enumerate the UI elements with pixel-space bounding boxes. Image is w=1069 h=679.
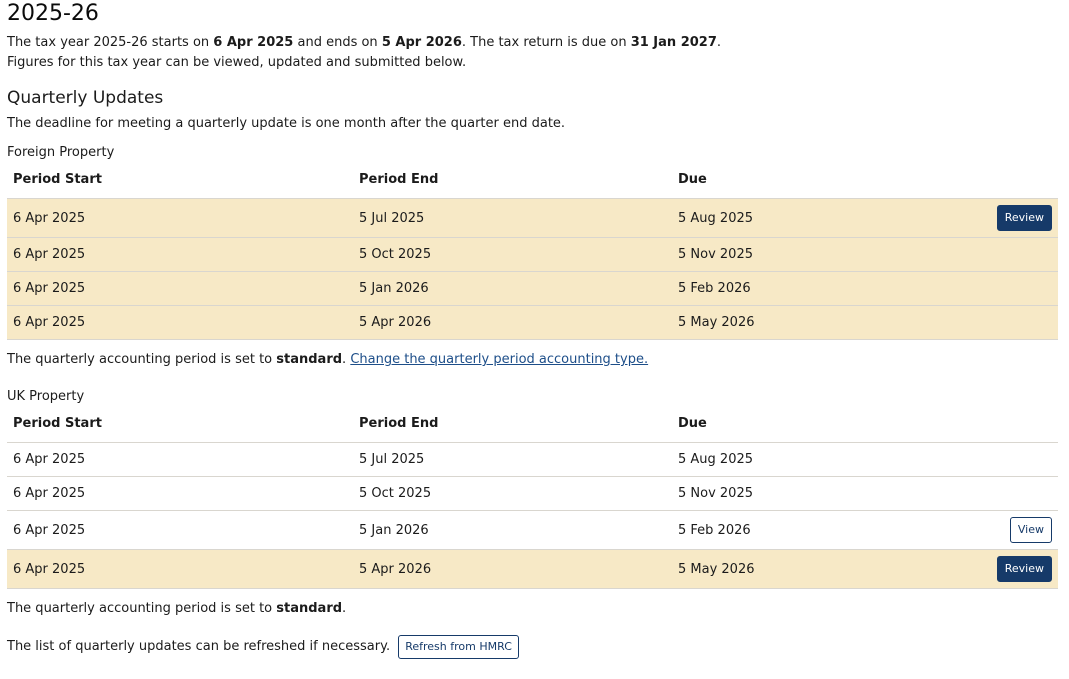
page-title: 2025-26 (7, 1, 99, 26)
column-period-start: Period Start (13, 416, 102, 431)
accounting-period-value: standard (276, 601, 343, 616)
refresh-text: The list of quarterly updates can be ref… (7, 639, 391, 654)
accounting-period-value: standard (276, 352, 343, 367)
refresh-section: The list of quarterly updates can be ref… (7, 635, 1058, 659)
quarterly-updates-heading: Quarterly Updates (7, 88, 164, 108)
tax-year-page: 2025-26 The tax year 2025-26 starts on 6… (0, 0, 1069, 659)
column-period-end: Period End (359, 172, 439, 187)
uk-property-title: UK Property (7, 389, 85, 404)
table-row: 6 Apr 2025 5 Jan 2026 5 Feb 2026 (7, 271, 1058, 306)
foreign-accounting-period-note: The quarterly accounting period is set t… (7, 352, 649, 367)
foreign-property-title: Foreign Property (7, 145, 115, 160)
column-period-end: Period End (359, 416, 439, 431)
view-button[interactable]: View (1009, 517, 1052, 543)
return-due-date: 31 Jan 2027 (630, 35, 717, 50)
table-row: 6 Apr 2025 5 Jul 2025 5 Aug 2025 (7, 442, 1058, 477)
uk-property-table: Period Start Period End Due 6 Apr 2025 5… (7, 414, 1058, 589)
table-row: 6 Apr 2025 5 Oct 2025 5 Nov 2025 (7, 476, 1058, 511)
review-button[interactable]: Review (996, 205, 1052, 231)
tax-year-intro: The tax year 2025-26 starts on 6 Apr 202… (7, 35, 722, 70)
table-row: 6 Apr 2025 5 Oct 2025 5 Nov 2025 (7, 237, 1058, 272)
uk-accounting-period-note: The quarterly accounting period is set t… (7, 601, 347, 616)
column-due: Due (678, 172, 707, 187)
table-row: 6 Apr 2025 5 Jul 2025 5 Aug 2025 Review (7, 198, 1058, 238)
table-header-row: Period Start Period End Due (7, 414, 1058, 443)
end-date: 5 Apr 2026 (381, 35, 462, 50)
foreign-property-table: Period Start Period End Due 6 Apr 2025 5… (7, 170, 1058, 340)
column-period-start: Period Start (13, 172, 102, 187)
table-row: 6 Apr 2025 5 Apr 2026 5 May 2026 Review (7, 549, 1058, 589)
deadline-text: The deadline for meeting a quarterly upd… (7, 116, 566, 131)
change-accounting-type-link[interactable]: Change the quarterly period accounting t… (350, 352, 648, 367)
refresh-from-hmrc-button[interactable]: Refresh from HMRC (398, 635, 519, 659)
start-date: 6 Apr 2025 (213, 35, 294, 50)
column-due: Due (678, 416, 707, 431)
review-button[interactable]: Review (996, 556, 1052, 582)
table-header-row: Period Start Period End Due (7, 170, 1058, 199)
table-row: 6 Apr 2025 5 Apr 2026 5 May 2026 (7, 305, 1058, 340)
table-row: 6 Apr 2025 5 Jan 2026 5 Feb 2026 View (7, 510, 1058, 550)
